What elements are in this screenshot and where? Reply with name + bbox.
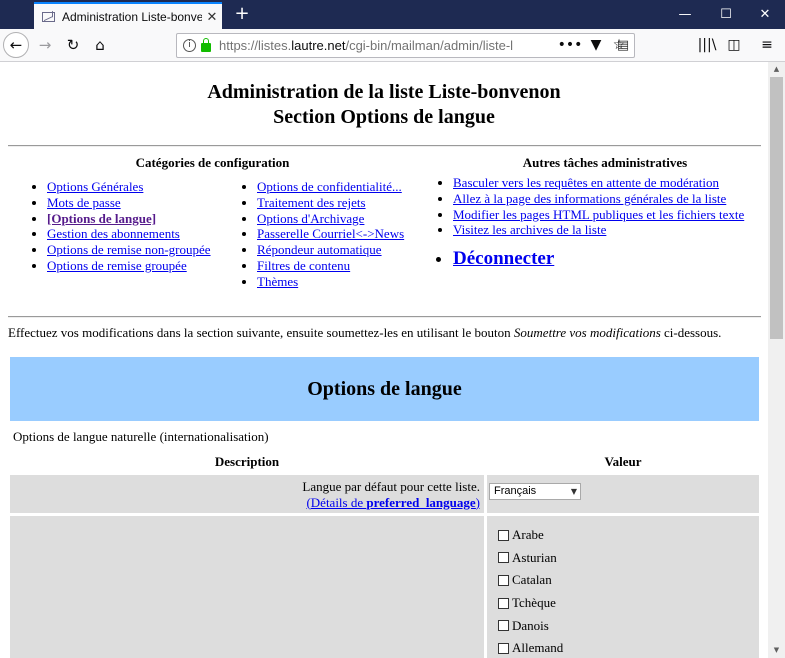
language-option: Arabe <box>498 524 759 547</box>
language-option: Catalan <box>498 569 759 592</box>
star-icon[interactable]: ☆ <box>606 32 632 58</box>
list-item: Filtres de contenu <box>257 258 444 274</box>
config-heading: Catégories de configuration <box>135 155 290 170</box>
new-tab-button[interactable]: + <box>232 2 252 26</box>
link-options-de-langue[interactable]: [Options de langue] <box>47 211 156 226</box>
column-header-value: Valeur <box>604 454 642 469</box>
list-item: Options de remise non-groupée <box>47 242 234 258</box>
page-title: Administration de la liste Liste-bonveno… <box>207 81 561 128</box>
sidebar-icon[interactable]: ◫ <box>721 32 747 58</box>
scroll-down-icon[interactable]: ▼ <box>768 643 785 658</box>
link-mots-de-passe[interactable]: Mots de passe <box>47 195 121 210</box>
link-passerelle[interactable]: Passerelle Courriel<->News <box>257 226 404 241</box>
page-content: Administration de la liste Liste-bonveno… <box>0 62 768 658</box>
intro-text: Effectuez vos modifications dans la sect… <box>8 325 722 340</box>
tab-title: Administration Liste-bonvenon <box>62 9 202 24</box>
window-close-button[interactable]: ✕ <box>743 0 785 29</box>
checkbox-allemand[interactable] <box>498 642 509 654</box>
more-icon[interactable]: ••• <box>557 32 583 58</box>
link-repondeur[interactable]: Répondeur automatique <box>257 242 382 257</box>
home-icon[interactable]: ⌂ <box>87 32 113 58</box>
checkbox-asturian[interactable] <box>498 552 509 564</box>
section-description: Options de langue naturelle (internation… <box>13 429 269 444</box>
checkbox-catalan[interactable] <box>498 574 509 586</box>
link-remise-groupee[interactable]: Options de remise groupée <box>47 258 187 273</box>
reload-icon[interactable]: ↻ <box>60 32 86 58</box>
list-item: [Options de langue] <box>47 211 234 227</box>
link-moderation[interactable]: Basculer vers les requêtes en attente de… <box>453 175 719 190</box>
list-item: Visitez les archives de la liste <box>453 222 750 238</box>
link-archives[interactable]: Visitez les archives de la liste <box>453 222 606 237</box>
link-gestion-abonnements[interactable]: Gestion des abonnements <box>47 226 180 241</box>
preferred-language-details-link[interactable]: (Détails de preferred_language) <box>306 495 480 510</box>
logout-link[interactable]: Déconnecter <box>453 248 554 269</box>
forward-icon[interactable]: → <box>32 32 58 58</box>
config-list-1: Options Générales Mots de passe [Options… <box>29 179 234 274</box>
column-header-description: Description <box>214 454 280 469</box>
available-languages-description <box>10 516 484 658</box>
language-option: Danois <box>498 614 759 637</box>
url-text[interactable]: https://listes.lautre.net/cgi-bin/mailma… <box>219 38 612 53</box>
checkbox-tcheque[interactable] <box>498 597 509 609</box>
link-traitement-rejets[interactable]: Traitement des rejets <box>257 195 366 210</box>
list-item: Traitement des rejets <box>257 195 444 211</box>
divider <box>8 316 761 318</box>
checkbox-arabe[interactable] <box>498 529 509 541</box>
link-archivage[interactable]: Options d'Archivage <box>257 211 364 226</box>
divider <box>8 145 761 147</box>
scroll-thumb[interactable] <box>770 77 783 339</box>
list-item: Thèmes <box>257 274 444 290</box>
list-item: Options Générales <box>47 179 234 195</box>
list-item: Gestion des abonnements <box>47 226 234 242</box>
list-item: Mots de passe <box>47 195 234 211</box>
lock-icon[interactable] <box>201 38 211 52</box>
active-tab[interactable]: Administration Liste-bonvenon ✕ <box>34 2 222 29</box>
link-filtres[interactable]: Filtres de contenu <box>257 258 350 273</box>
link-infos-generales[interactable]: Allez à la page des informations général… <box>453 191 726 206</box>
minimize-button[interactable]: — <box>663 0 707 29</box>
info-icon[interactable]: i <box>183 39 196 52</box>
list-item: Options de confidentialité... <box>257 179 444 195</box>
link-modifier-pages[interactable]: Modifier les pages HTML publiques et les… <box>453 207 744 222</box>
list-item: Déconnecter <box>453 248 750 269</box>
link-themes[interactable]: Thèmes <box>257 274 298 289</box>
menu-icon[interactable]: ≡ <box>754 32 780 58</box>
list-item: Basculer vers les requêtes en attente de… <box>453 175 750 191</box>
list-item: Allez à la page des informations général… <box>453 191 750 207</box>
tasks-heading: Autres tâches administratives <box>522 155 688 170</box>
list-item: Passerelle Courriel<->News <box>257 226 444 242</box>
link-confidentialite[interactable]: Options de confidentialité... <box>257 179 402 194</box>
mail-icon <box>42 11 55 22</box>
language-option: Tchèque <box>498 592 759 615</box>
language-option: Allemand <box>498 637 759 658</box>
tab-bar: Administration Liste-bonvenon ✕ + — ☐ ✕ <box>0 0 785 29</box>
link-remise-non-groupee[interactable]: Options de remise non-groupée <box>47 242 211 257</box>
list-item: Répondeur automatique <box>257 242 444 258</box>
vertical-scrollbar[interactable]: ▲ ▼ <box>768 62 785 658</box>
chevron-down-icon: ▼ <box>570 487 577 496</box>
section-title: Options de langue <box>10 357 759 421</box>
checkbox-danois[interactable] <box>498 620 509 632</box>
back-icon[interactable]: ← <box>3 32 29 58</box>
nav-toolbar: ← → ↻ ⌂ i https://listes.lautre.net/cgi-… <box>0 29 785 62</box>
preferred-language-select[interactable]: Français ▼ <box>489 483 581 500</box>
available-languages-value: Arabe Asturian Catalan Tchèque Danois Al… <box>487 516 759 658</box>
language-option: Asturian <box>498 547 759 570</box>
link-options-generales[interactable]: Options Générales <box>47 179 143 194</box>
list-item: Options d'Archivage <box>257 211 444 227</box>
list-item: Options de remise groupée <box>47 258 234 274</box>
preferred-language-value: Français ▼ <box>487 475 759 513</box>
tasks-list: Basculer vers les requêtes en attente de… <box>435 175 750 269</box>
preferred-language-description: Langue par défaut pour cette liste. (Dét… <box>10 475 484 513</box>
close-tab-icon[interactable]: ✕ <box>202 9 222 25</box>
maximize-button[interactable]: ☐ <box>704 0 748 29</box>
scroll-up-icon[interactable]: ▲ <box>768 62 785 77</box>
list-item: Modifier les pages HTML publiques et les… <box>453 207 750 223</box>
library-icon[interactable]: |||\ <box>694 32 720 58</box>
config-list-2: Options de confidentialité... Traitement… <box>239 179 444 290</box>
